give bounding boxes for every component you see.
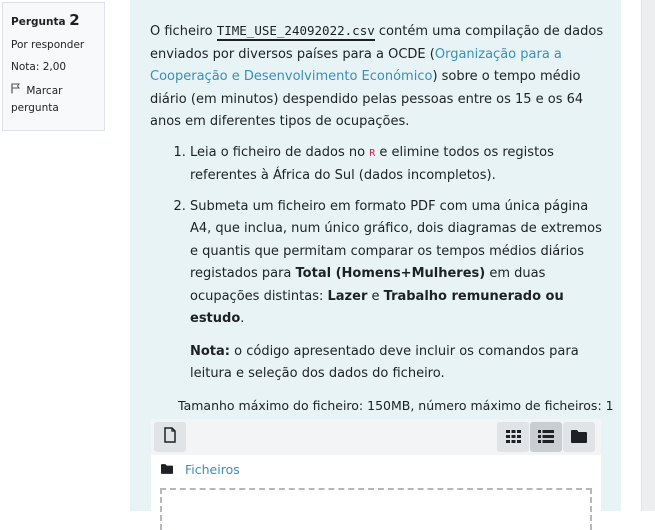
drop-zone-border [160,488,592,530]
item1-text: Leia o ficheiro de dados no [190,144,370,160]
folder-path[interactable]: Ficheiros [161,460,240,478]
grid-icon [505,428,521,447]
file-manager: Ficheiros [151,419,601,479]
intro-text: O ficheiro [150,24,217,39]
folder-small-icon [161,462,173,477]
question-number-value: 2 [69,11,80,29]
question-grade: Nota: 2,00 [11,61,67,73]
folder-icon [571,428,587,447]
list-icon [538,428,554,447]
folder-label[interactable]: Ficheiros [185,462,240,477]
question-text: O ficheiro TIME_USE_24092022.csv contém … [150,20,605,394]
note-label: Nota: [190,343,230,359]
item2-and: e [367,288,384,304]
instruction-item-1: Leia o ficheiro de dados no R e elimine … [190,142,605,188]
file-drop-zone[interactable] [151,479,601,530]
flag-question-link[interactable]: Marcar pergunta [11,83,96,117]
item2-end: . [240,311,245,326]
view-icons-button[interactable] [497,422,529,452]
item2-lazer: Lazer [327,288,368,304]
question-content: O ficheiro TIME_USE_24092022.csv contém … [130,0,621,530]
scrollbar-track[interactable] [641,0,655,511]
view-tree-button[interactable] [563,422,595,452]
flag-icon [11,83,23,100]
file-icon [163,427,177,447]
note: Nota: o código apresentado deve incluir … [190,341,605,386]
instructions-list: Leia o ficheiro de dados no R e elimine … [150,142,605,386]
csv-filename: TIME_USE_24092022.csv [216,23,375,41]
question-status: Por responder [11,39,85,51]
max-file-size: Tamanho máximo do ficheiro: 150MB, númer… [178,398,614,413]
question-number: Pergunta 2 [11,11,96,29]
view-list-button[interactable] [530,422,562,452]
question-info-card: Pergunta 2 Por responder Nota: 2,00 Marc… [2,2,105,131]
item2-total: Total (Homens+Mulheres) [295,266,486,281]
add-file-button[interactable] [154,422,186,452]
instruction-item-2: Submeta um ficheiro em formato PDF com u… [190,196,605,386]
question-label: Pergunta [11,16,66,28]
note-text: o código apresentado deve incluir os com… [190,343,579,382]
file-manager-toolbar [151,419,601,455]
